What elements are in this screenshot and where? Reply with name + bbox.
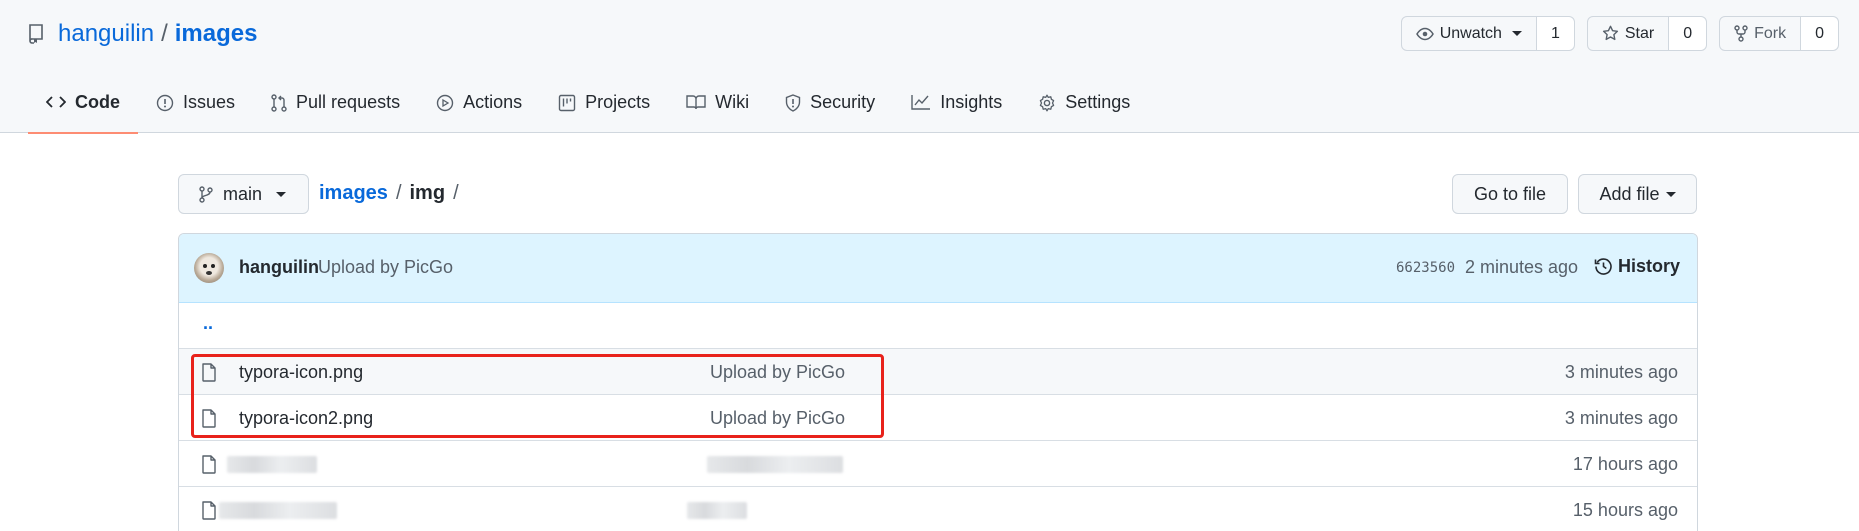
file-row[interactable]: typora-icon.png Upload by PicGo 3 minute… (179, 348, 1697, 394)
tab-label: Insights (940, 92, 1003, 112)
add-file-label: Add file (1599, 183, 1660, 204)
star-label: Star (1624, 24, 1655, 42)
tab-label: Issues (183, 92, 236, 112)
branch-icon (199, 185, 213, 203)
tab-issues[interactable]: Issues (138, 84, 253, 133)
add-file-button[interactable]: Add file (1578, 174, 1697, 214)
file-icon (202, 363, 216, 382)
breadcrumb-trailing-separator: / (453, 182, 459, 204)
parent-directory-row[interactable]: .. (179, 303, 1697, 348)
repo-owner-link[interactable]: hanguilin (58, 20, 154, 48)
commit-message-link[interactable]: Upload by PicGo (318, 257, 453, 278)
commit-hash-link[interactable]: 6623560 (1396, 260, 1455, 276)
redacted-commit-message[interactable] (687, 502, 747, 519)
chevron-down-icon (1511, 31, 1522, 36)
redacted-commit-message[interactable] (707, 456, 843, 473)
tab-label: Actions (463, 92, 523, 112)
parent-directory-link[interactable]: .. (203, 313, 213, 334)
tab-actions[interactable]: Actions (418, 84, 540, 133)
repo-actions: Unwatch 1 Star 0 Fork 0 (1400, 16, 1839, 51)
shield-icon (785, 94, 801, 112)
file-commit-time: 3 minutes ago (1564, 408, 1678, 428)
breadcrumb: images / img / (319, 182, 467, 205)
chevron-down-icon (276, 191, 287, 197)
unwatch-button[interactable]: Unwatch (1402, 17, 1536, 50)
repo-name-link[interactable]: images (175, 20, 258, 48)
go-to-file-button[interactable]: Go to file (1452, 174, 1568, 214)
fork-group: Fork 0 (1719, 16, 1839, 51)
file-icon (202, 501, 216, 520)
file-browser: hanguilin Upload by PicGo 6623560 2 minu… (178, 233, 1698, 531)
tab-label: Security (810, 92, 876, 112)
repo-title: hanguilin / images (28, 18, 257, 50)
watch-count[interactable]: 1 (1535, 17, 1574, 50)
tab-label: Pull requests (296, 92, 401, 112)
latest-commit-bar: hanguilin Upload by PicGo 6623560 2 minu… (179, 234, 1697, 303)
commit-time: 2 minutes ago (1465, 257, 1579, 277)
avatar[interactable] (194, 253, 224, 283)
book-icon (686, 95, 706, 110)
tab-projects[interactable]: Projects (540, 84, 668, 133)
tab-settings[interactable]: Settings (1020, 84, 1148, 133)
repo-separator: / (161, 20, 168, 47)
file-commit-time: 3 minutes ago (1564, 362, 1678, 382)
branch-select-button[interactable]: main (178, 174, 309, 214)
file-icon (202, 409, 216, 428)
redacted-file-name[interactable] (219, 502, 337, 519)
repo-header: hanguilin / images Unwatch 1 Star 0 Fork (0, 0, 1859, 134)
issue-icon (156, 94, 174, 112)
tab-label: Settings (1065, 92, 1131, 112)
branch-name: main (223, 183, 263, 204)
commit-author-link[interactable]: hanguilin (239, 257, 319, 278)
eye-icon (1415, 27, 1434, 40)
tab-security[interactable]: Security (767, 84, 893, 133)
chevron-down-icon (1665, 191, 1676, 197)
repo-icon (28, 24, 46, 44)
file-row[interactable]: 15 hours ago (179, 486, 1697, 531)
graph-icon (911, 95, 931, 110)
file-row[interactable]: 17 hours ago (179, 440, 1697, 486)
file-commit-time: 17 hours ago (1572, 454, 1678, 474)
file-commit-message-link[interactable]: Upload by PicGo (710, 362, 845, 383)
star-icon (1602, 25, 1618, 41)
tab-pull-requests[interactable]: Pull requests (253, 84, 418, 133)
play-icon (436, 94, 454, 112)
fork-count[interactable]: 0 (1800, 17, 1838, 50)
history-label: History (1618, 256, 1681, 276)
gear-icon (1039, 94, 1055, 112)
tab-insights[interactable]: Insights (893, 84, 1020, 133)
tab-label: Projects (585, 92, 651, 112)
file-row[interactable]: typora-icon2.png Upload by PicGo 3 minut… (179, 394, 1697, 440)
watch-group: Unwatch 1 (1400, 16, 1575, 51)
star-group: Star 0 (1586, 16, 1708, 51)
history-link[interactable]: History (1594, 256, 1680, 277)
file-commit-message-link[interactable]: Upload by PicGo (710, 408, 845, 429)
project-icon (558, 94, 576, 112)
file-commit-time: 15 hours ago (1572, 500, 1678, 520)
fork-button[interactable]: Fork (1720, 17, 1800, 50)
file-navigation: main images / img / Go to file Add file (178, 174, 1697, 214)
breadcrumb-separator: / (395, 182, 402, 204)
breadcrumb-current: img (409, 182, 446, 204)
redacted-file-name[interactable] (227, 456, 317, 473)
breadcrumb-root-link[interactable]: images (319, 182, 388, 205)
code-icon (46, 96, 66, 108)
file-name-link[interactable]: typora-icon.png (239, 362, 363, 383)
history-icon (1594, 258, 1612, 275)
pull-request-icon (271, 94, 287, 112)
tab-wiki[interactable]: Wiki (668, 84, 767, 133)
fork-label: Fork (1754, 24, 1787, 42)
tab-label: Wiki (715, 92, 750, 112)
unwatch-label: Unwatch (1439, 24, 1502, 42)
tab-code[interactable]: Code (28, 84, 138, 134)
repo-tabs: Code Issues Pull requests Actions Projec… (28, 84, 1148, 134)
tab-label: Code (75, 92, 120, 112)
file-name-link[interactable]: typora-icon2.png (239, 408, 373, 429)
file-icon (202, 455, 216, 474)
star-button[interactable]: Star (1588, 17, 1668, 50)
star-count[interactable]: 0 (1668, 17, 1707, 50)
fork-icon (1734, 25, 1748, 42)
